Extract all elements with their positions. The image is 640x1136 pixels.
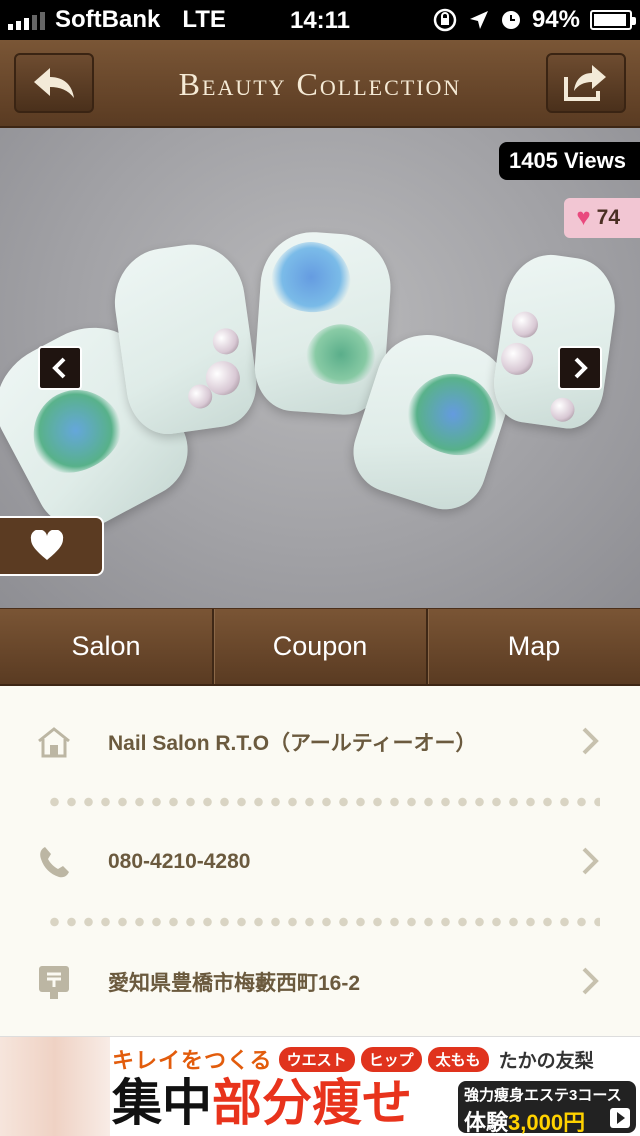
salon-info-list: Nail Salon R.T.O（アールティーオー） 080-4210-4280… (0, 688, 640, 1036)
battery-fill (594, 14, 626, 26)
ad-tagline: キレイをつくる (112, 1048, 273, 1073)
ad-price-line: 体験3,000円 (464, 1110, 586, 1135)
salon-name-row[interactable]: Nail Salon R.T.O（アールティーオー） (0, 688, 640, 796)
nail-image (488, 249, 622, 433)
tab-coupon[interactable]: Coupon (212, 609, 426, 684)
home-icon (38, 727, 70, 758)
phone-icon (40, 847, 69, 878)
tab-map[interactable]: Map (426, 609, 640, 684)
heart-icon: ♥ (576, 204, 591, 231)
postal-mark-icon (39, 966, 69, 999)
address-row[interactable]: 愛知県豊橋市梅藪西町16-2 (0, 928, 640, 1036)
heart-icon (30, 530, 64, 560)
alarm-clock-icon (501, 11, 520, 29)
status-bar: SoftBank LTE 14:11 94% (0, 0, 640, 40)
phone-number: 080-4210-4280 (108, 850, 251, 873)
share-button[interactable] (546, 53, 626, 113)
share-icon (564, 65, 606, 101)
salon-name: Nail Salon R.T.O（アールティーオー） (108, 732, 477, 755)
rotation-lock-icon (433, 8, 457, 32)
chevron-right-icon (574, 357, 588, 379)
previous-photo-button[interactable] (38, 346, 82, 390)
dotted-divider (46, 916, 600, 928)
like-count: 74 (596, 206, 620, 229)
play-icon (610, 1108, 630, 1128)
nav-header: Beauty Collection (0, 40, 640, 128)
nail-image (107, 237, 263, 440)
address: 愛知県豊橋市梅藪西町16-2 (108, 972, 361, 995)
ad-brand: たかの友梨 (498, 1050, 594, 1072)
tab-bar: Salon Coupon Map (0, 608, 640, 686)
tab-salon[interactable]: Salon (0, 609, 212, 684)
ad-offer-box: 強力痩身エステ3コース 体験3,000円 (458, 1081, 636, 1135)
battery-icon (590, 10, 636, 30)
dotted-divider (46, 796, 600, 808)
nail-photo[interactable]: 1405 Views ♥ 74 (0, 128, 640, 608)
battery-percent: 94% (531, 6, 580, 33)
ad-image (0, 1037, 110, 1136)
location-arrow-icon (469, 11, 488, 29)
chevron-right-icon (582, 727, 599, 755)
phone-row[interactable]: 080-4210-4280 (0, 808, 640, 916)
ad-pill: 太もも (427, 1046, 489, 1072)
view-count-badge: 1405 Views (498, 142, 640, 180)
ad-course: 強力痩身エステ3コース (464, 1087, 622, 1104)
chevron-left-icon (52, 357, 66, 379)
chevron-right-icon (582, 847, 599, 875)
ad-headline: 集中部分痩せ (112, 1075, 412, 1131)
chevron-right-icon (582, 967, 599, 995)
ad-pill: ヒップ (360, 1046, 422, 1072)
ad-banner[interactable]: キレイをつくる ウエスト ヒップ 太もも たかの友梨 集中部分痩せ 強力痩身エス… (0, 1036, 640, 1136)
favorite-button[interactable] (0, 516, 104, 576)
like-count-badge: ♥ 74 (564, 198, 640, 238)
ad-pill: ウエスト (278, 1046, 355, 1072)
page-title: Beauty Collection (178, 66, 462, 102)
next-photo-button[interactable] (558, 346, 602, 390)
